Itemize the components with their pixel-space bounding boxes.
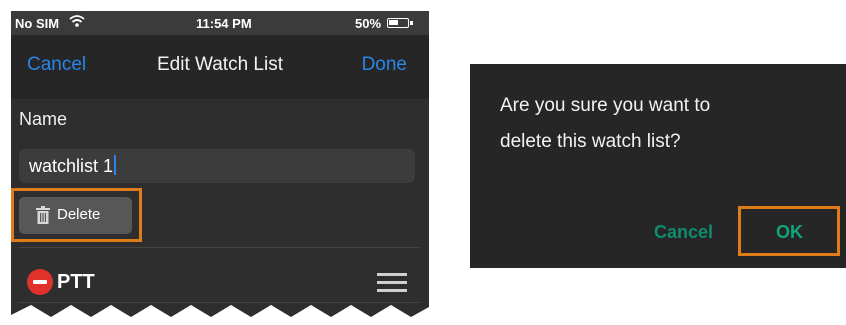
name-input-value: watchlist 1: [29, 156, 114, 176]
list-item-label: PTT: [57, 271, 95, 293]
status-bar: No SIM 11:54 PM 50%: [11, 11, 429, 35]
text-cursor: [114, 155, 117, 175]
dialog-message-line: delete this watch list?: [500, 131, 681, 152]
delete-button-label: Delete: [57, 206, 101, 223]
done-button[interactable]: Done: [362, 54, 407, 76]
reorder-icon[interactable]: [377, 273, 407, 293]
navigation-bar: Cancel Edit Watch List Done: [11, 35, 429, 99]
wifi-icon: [69, 14, 85, 31]
trash-icon: [36, 206, 50, 224]
dialog-message: Are you sure you want to delete this wat…: [500, 88, 820, 160]
torn-edge: [11, 305, 429, 325]
clock: 11:54 PM: [196, 16, 252, 31]
carrier-label: No SIM: [15, 16, 60, 31]
name-label: Name: [19, 109, 68, 129]
dialog-message-line: Are you sure you want to: [500, 95, 711, 116]
dialog-cancel-button[interactable]: Cancel: [654, 222, 713, 243]
delete-button[interactable]: Delete: [19, 197, 132, 234]
battery-percentage: 50%: [355, 16, 382, 31]
phone-screen: No SIM 11:54 PM 50% Cancel Edit Watch Li…: [11, 11, 429, 325]
name-input[interactable]: watchlist 1: [19, 149, 415, 183]
minus-circle-icon[interactable]: [27, 269, 53, 295]
confirm-dialog: Are you sure you want to delete this wat…: [470, 64, 846, 268]
dialog-ok-button[interactable]: OK: [776, 222, 803, 243]
divider: [19, 247, 419, 248]
battery-icon: [387, 18, 413, 28]
